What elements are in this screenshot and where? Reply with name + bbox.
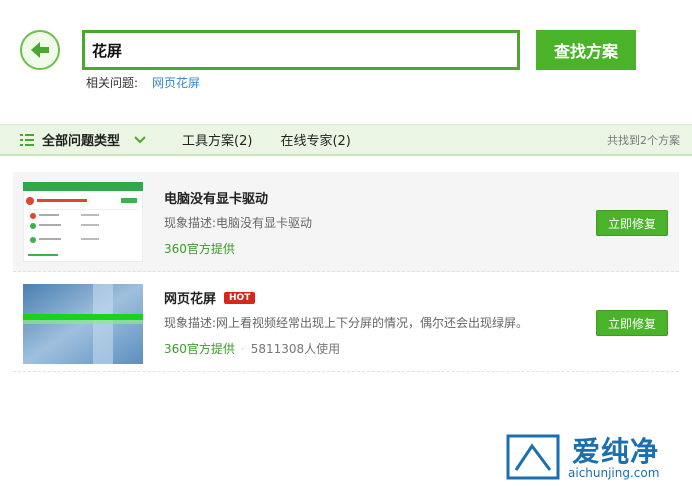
tab-online-experts[interactable]: 在线专家(2) xyxy=(280,130,350,149)
result-title[interactable]: 电脑没有显卡驱动 xyxy=(164,188,268,207)
screen-glitch-thumbnail xyxy=(23,284,143,364)
watermark-brand: 爱纯净 xyxy=(572,435,660,468)
all-types-dropdown[interactable]: 全部问题类型 xyxy=(42,130,120,149)
tab-tool-solutions[interactable]: 工具方案(2) xyxy=(182,130,252,149)
meta-separator: · xyxy=(240,341,245,356)
hot-badge: HOT xyxy=(224,291,256,304)
find-solution-button[interactable]: 查找方案 xyxy=(536,30,636,70)
provider-label: 360官方提供 xyxy=(164,242,235,256)
list-item: 电脑没有显卡驱动 现象描述: 电脑没有显卡驱动 360官方提供 立即修复 xyxy=(13,172,679,272)
chevron-down-icon[interactable] xyxy=(134,135,146,144)
result-meta: 360官方提供 · 5811308人使用 xyxy=(164,340,340,357)
related-questions: 相关问题: 网页花屏 xyxy=(86,74,200,91)
result-meta: 360官方提供 xyxy=(164,240,235,257)
list-item: 网页花屏 HOT 现象描述: 网上看视频经常出现上下分屏的情况，偶尔还会出现绿屏… xyxy=(13,272,679,372)
search-query: 花屏 xyxy=(92,41,123,60)
result-title[interactable]: 网页花屏 HOT xyxy=(164,288,256,307)
arrow-left-icon xyxy=(31,42,49,58)
provider-label: 360官方提供 xyxy=(164,342,235,356)
result-list: 电脑没有显卡驱动 现象描述: 电脑没有显卡驱动 360官方提供 立即修复 网页花… xyxy=(13,172,679,372)
list-icon xyxy=(20,133,34,146)
related-link[interactable]: 网页花屏 xyxy=(152,74,200,91)
screenshot-thumbnail xyxy=(23,182,143,262)
search-input[interactable]: 花屏 xyxy=(82,30,520,70)
watermark-url: aichunjing.com xyxy=(568,466,660,480)
related-label: 相关问题: xyxy=(86,76,139,90)
result-description: 现象描述: 网上看视频经常出现上下分屏的情况，偶尔还会出现绿屏。 xyxy=(164,316,529,330)
fix-now-button[interactable]: 立即修复 xyxy=(596,310,668,336)
result-count: 共找到2个方案 xyxy=(607,133,680,147)
usage-count: 5811308人使用 xyxy=(250,342,341,356)
result-description: 现象描述: 电脑没有显卡驱动 xyxy=(164,216,313,230)
fix-now-button[interactable]: 立即修复 xyxy=(596,210,668,236)
back-button[interactable] xyxy=(20,30,60,70)
filter-bar: 全部问题类型 工具方案(2) 在线专家(2) 共找到2个方案 xyxy=(0,124,692,156)
